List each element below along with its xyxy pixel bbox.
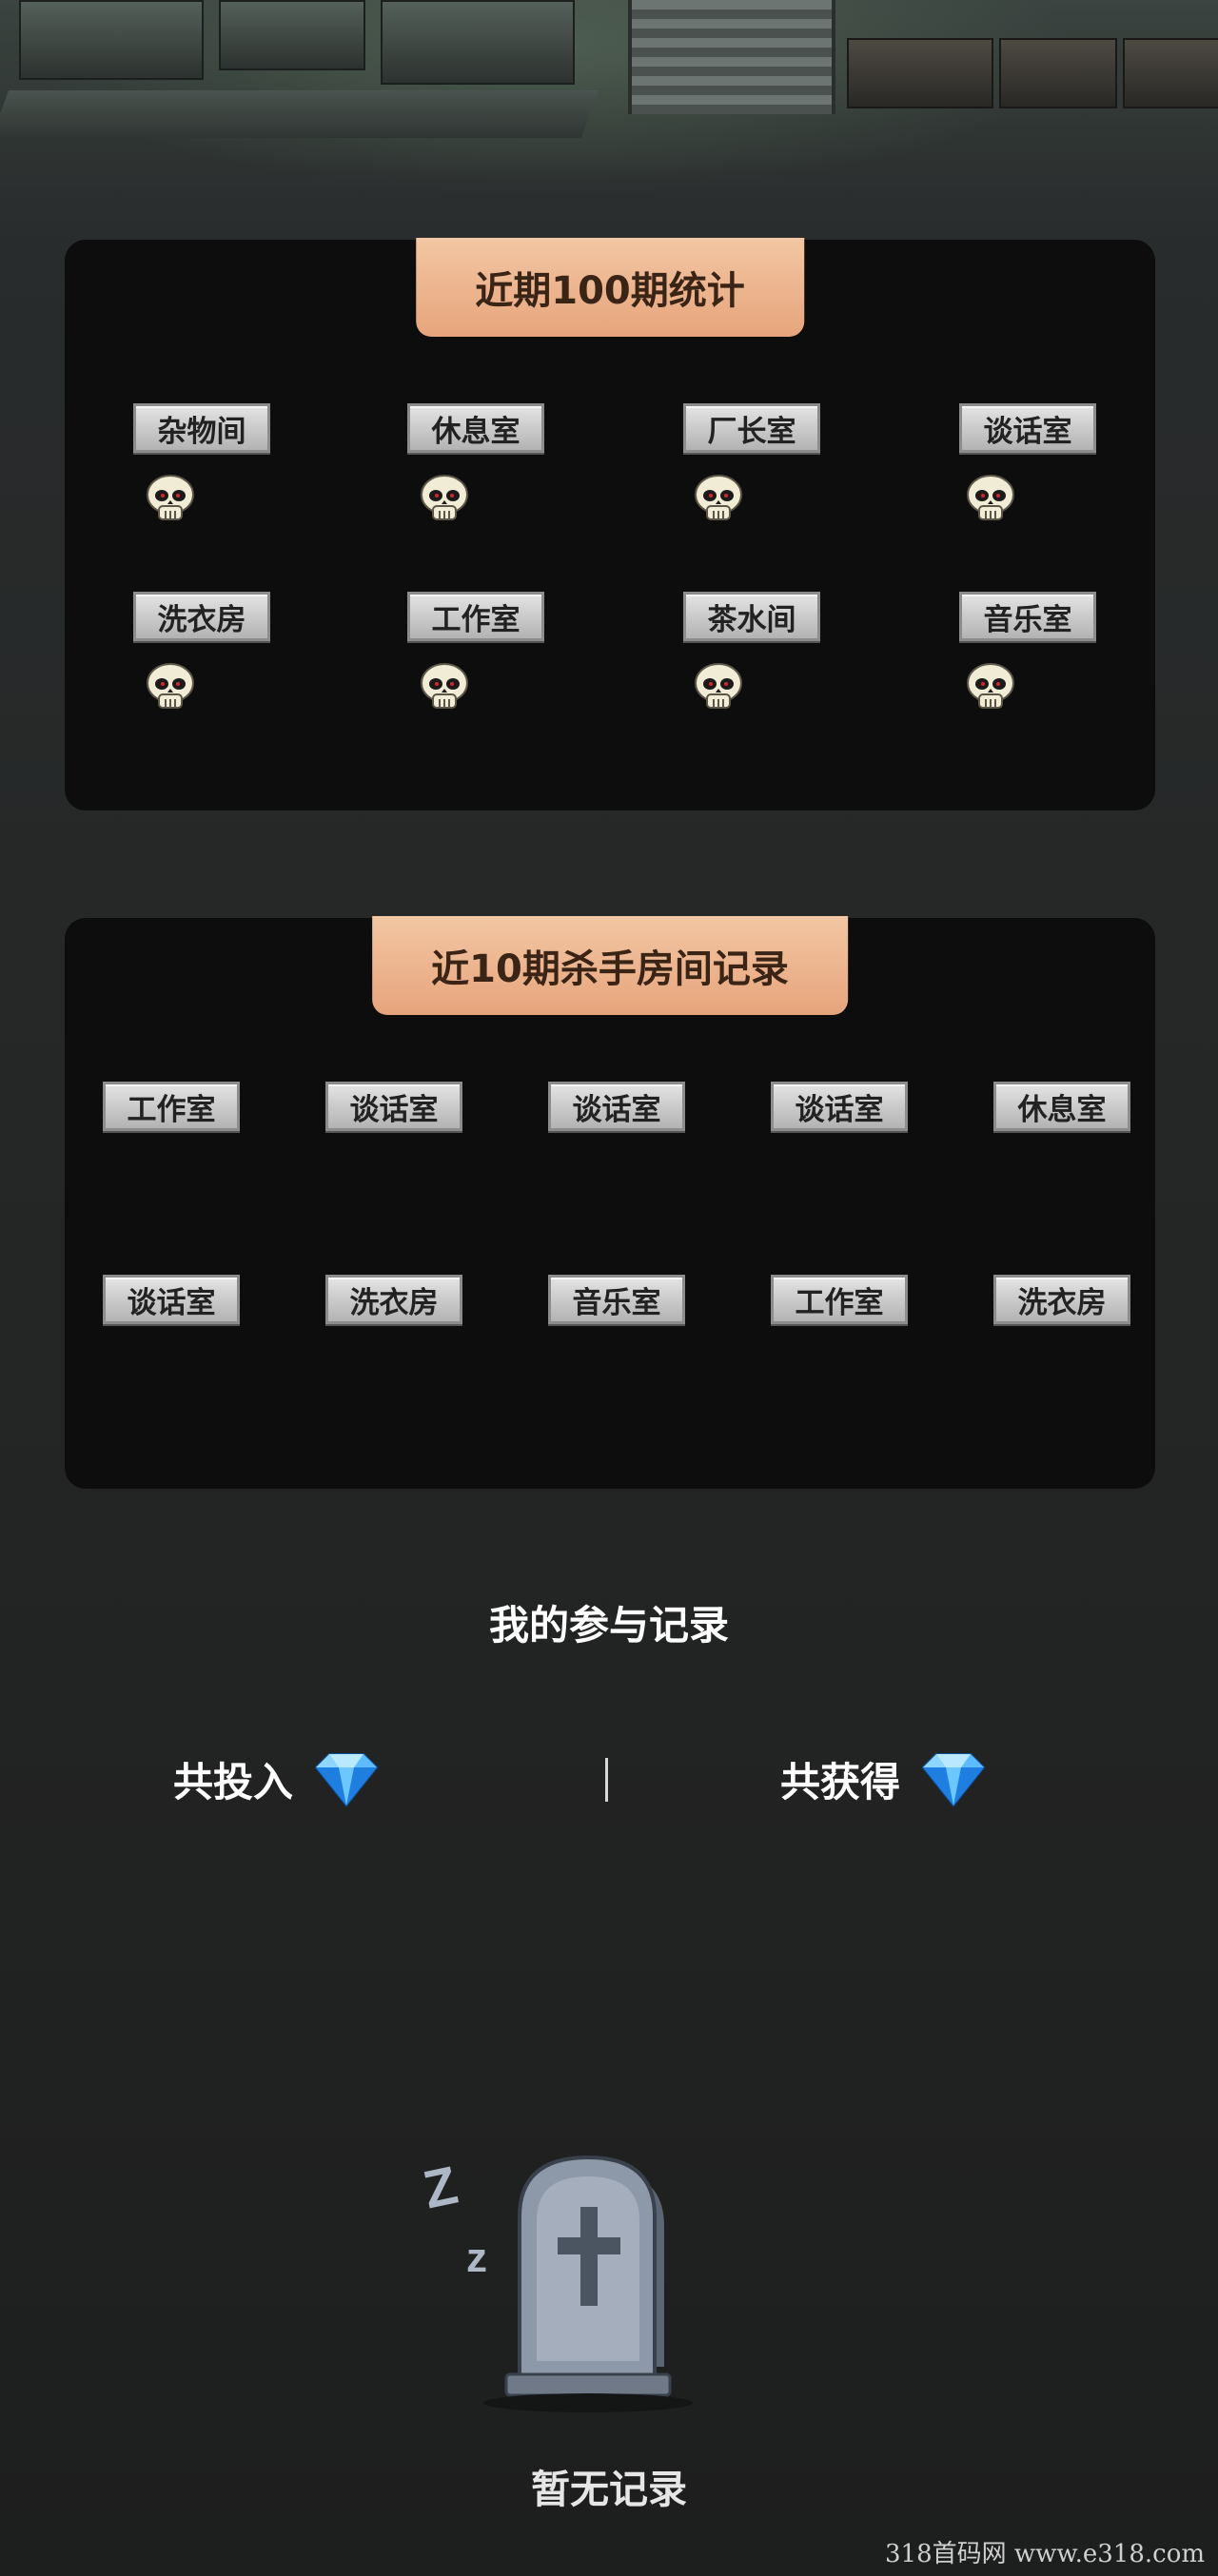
svg-text:z: z xyxy=(466,2234,487,2281)
room-tag[interactable]: 工作室 xyxy=(407,592,544,641)
empty-text: 暂无记录 xyxy=(531,2467,687,2512)
empty-state: Z z xyxy=(0,2150,1218,2492)
skull-icon xyxy=(421,663,468,709)
record-tag: 工作室 xyxy=(771,1275,908,1324)
watermark: 318首码网 www.e318.com xyxy=(885,2540,1205,2568)
skull-icon xyxy=(695,663,742,709)
room-tag[interactable]: 杂物间 xyxy=(133,403,270,453)
record-tag: 休息室 xyxy=(993,1082,1130,1131)
skull-icon xyxy=(147,663,194,709)
room-tag[interactable]: 谈话室 xyxy=(959,403,1096,453)
svg-text:Z: Z xyxy=(419,2155,463,2220)
skull-icon xyxy=(421,475,468,520)
stat-divider xyxy=(605,1758,608,1802)
skull-icon xyxy=(695,475,742,520)
diamond-icon xyxy=(921,1753,986,1807)
stats-100-panel: 近期100期统计 杂物间 休息室 厂长室 谈话室 洗衣房 工作室 茶水间 音乐室 xyxy=(65,238,1155,810)
record-tag: 谈话室 xyxy=(771,1082,908,1131)
record-tag: 谈话室 xyxy=(325,1082,462,1131)
room-tag[interactable]: 音乐室 xyxy=(959,592,1096,641)
record-tag: 音乐室 xyxy=(548,1275,685,1324)
skull-icon xyxy=(967,475,1014,520)
room-tag[interactable]: 休息室 xyxy=(407,403,544,453)
room-tag[interactable]: 洗衣房 xyxy=(133,592,270,641)
recent-10-title: 近10期杀手房间记录 xyxy=(372,916,848,1015)
hero-banner xyxy=(0,0,1218,238)
total-invested: 共投入 xyxy=(173,1748,386,1809)
record-tag: 谈话室 xyxy=(548,1082,685,1131)
tombstone-sleeping-icon: Z z xyxy=(419,2155,693,2412)
diamond-icon xyxy=(314,1753,379,1807)
recent-10-panel: 近10期杀手房间记录 工作室 谈话室 谈话室 谈话室 休息室 谈话室 洗衣房 音… xyxy=(65,916,1155,1489)
total-invested-label: 共投入 xyxy=(173,1758,294,1805)
skull-icon xyxy=(147,475,194,520)
room-tag[interactable]: 厂长室 xyxy=(683,403,820,453)
page: 近期100期统计 杂物间 休息室 厂长室 谈话室 洗衣房 工作室 茶水间 音乐室 xyxy=(0,0,1218,2576)
record-tag: 洗衣房 xyxy=(325,1275,462,1324)
total-earned-label: 共获得 xyxy=(780,1758,901,1805)
record-tag: 谈话室 xyxy=(103,1275,240,1324)
participation-title: 我的参与记录 xyxy=(488,1602,729,1649)
record-tag: 洗衣房 xyxy=(993,1275,1130,1324)
record-tag: 工作室 xyxy=(103,1082,240,1131)
total-earned: 共获得 xyxy=(780,1748,993,1809)
room-tag[interactable]: 茶水间 xyxy=(683,592,820,641)
stats-100-title: 近期100期统计 xyxy=(416,238,804,337)
skull-icon xyxy=(967,663,1014,709)
